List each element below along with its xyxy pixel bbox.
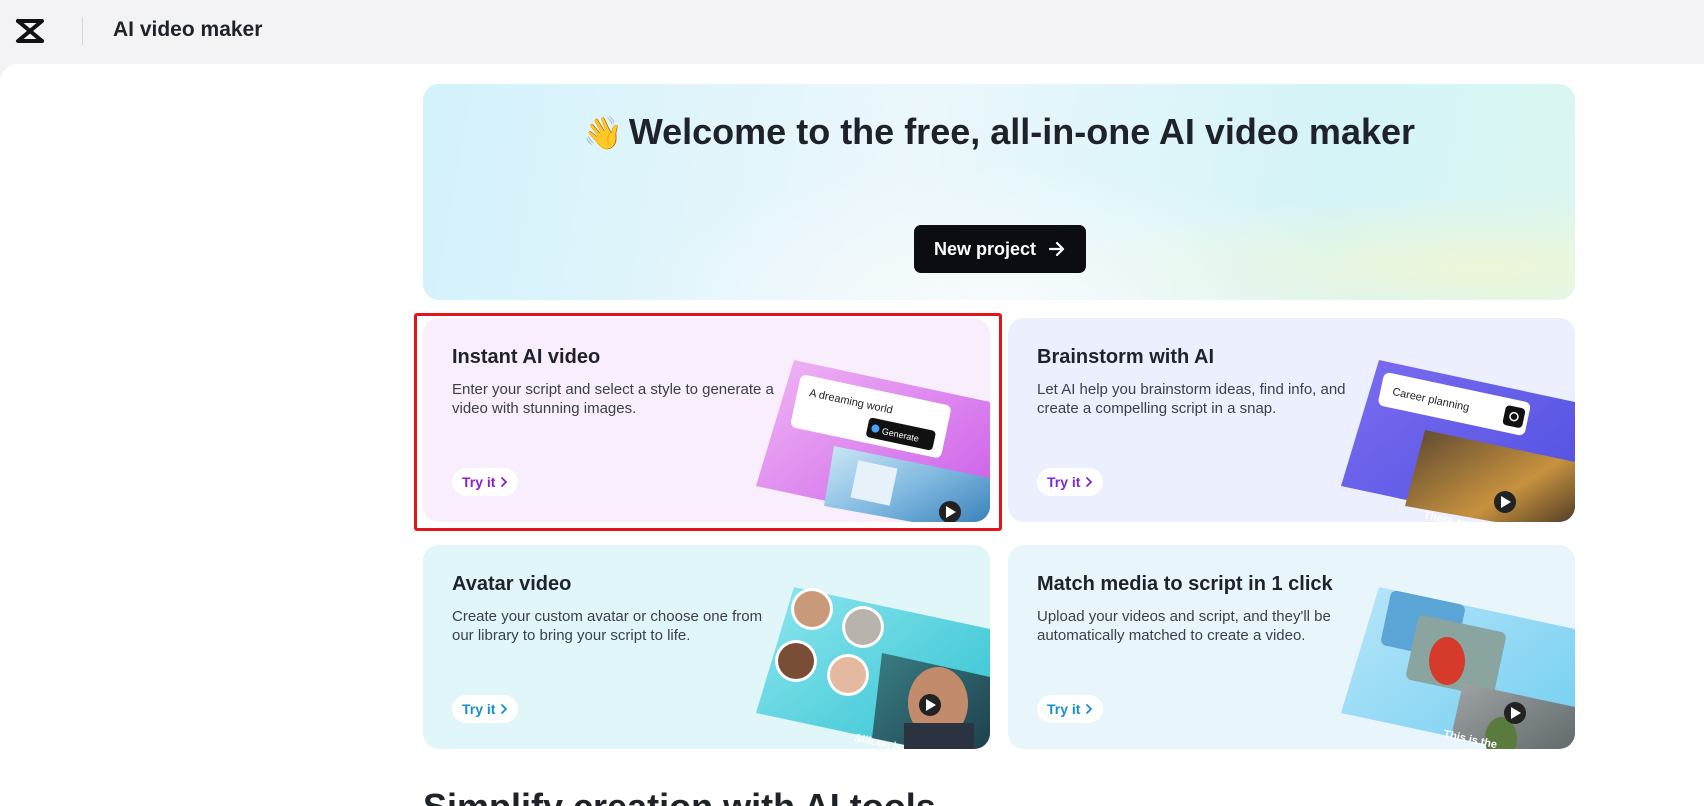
- chevron-right-icon: [501, 477, 508, 487]
- card-description: Enter your script and select a style to …: [452, 381, 774, 417]
- chevron-right-icon: [1086, 477, 1093, 487]
- avatar-video-illustration: Silicon is: [756, 587, 990, 749]
- try-it-button[interactable]: Try it: [452, 468, 519, 496]
- card-title: Avatar video: [452, 573, 572, 595]
- card-title: Brainstorm with AI: [1037, 346, 1215, 368]
- card-description: Upload your videos and script, and they'…: [1037, 608, 1331, 644]
- match-media-illustration: This is the: [1341, 587, 1575, 749]
- hero-banner: 👋 Welcome to the free, all-in-one AI vide…: [423, 84, 1575, 300]
- try-it-button[interactable]: Try it: [1037, 695, 1104, 723]
- hero-title: 👋 Welcome to the free, all-in-one AI vide…: [582, 111, 1416, 152]
- try-it-button[interactable]: Try it: [452, 695, 519, 723]
- card-title: Instant AI video: [452, 346, 601, 368]
- app-title: AI video maker: [113, 18, 263, 41]
- chevron-right-icon: [501, 704, 508, 714]
- section-heading: Simplify creation with AI tools: [423, 786, 936, 806]
- card-avatar-video[interactable]: Avatar video Create your custom avatar o…: [423, 545, 990, 749]
- try-it-button[interactable]: Try it: [1037, 468, 1104, 496]
- card-description: Let AI help you brainstorm ideas, find i…: [1037, 381, 1346, 417]
- card-brainstorm-with-ai[interactable]: Brainstorm with AI Let AI help you brain…: [1008, 318, 1575, 522]
- topbar-divider: [82, 17, 83, 45]
- top-bar: AI video maker: [0, 0, 1704, 64]
- instant-ai-video-illustration: A dreaming world Generate: [756, 360, 990, 522]
- card-instant-ai-video[interactable]: Instant AI video Enter your script and s…: [423, 318, 990, 522]
- card-match-media[interactable]: Match media to script in 1 click Upload …: [1008, 545, 1575, 749]
- new-project-button[interactable]: New project: [914, 225, 1086, 273]
- waving-hand-icon: 👋: [582, 115, 623, 151]
- arrow-right-icon: [1048, 241, 1065, 257]
- capcut-logo-icon[interactable]: [14, 16, 46, 46]
- main-content: 👋 Welcome to the free, all-in-one AI vide…: [0, 64, 1704, 806]
- chevron-right-icon: [1086, 704, 1093, 714]
- brainstorm-illustration: Career planning There are: [1341, 360, 1575, 522]
- card-description: Create your custom avatar or choose one …: [452, 608, 763, 644]
- card-title: Match media to script in 1 click: [1037, 573, 1333, 595]
